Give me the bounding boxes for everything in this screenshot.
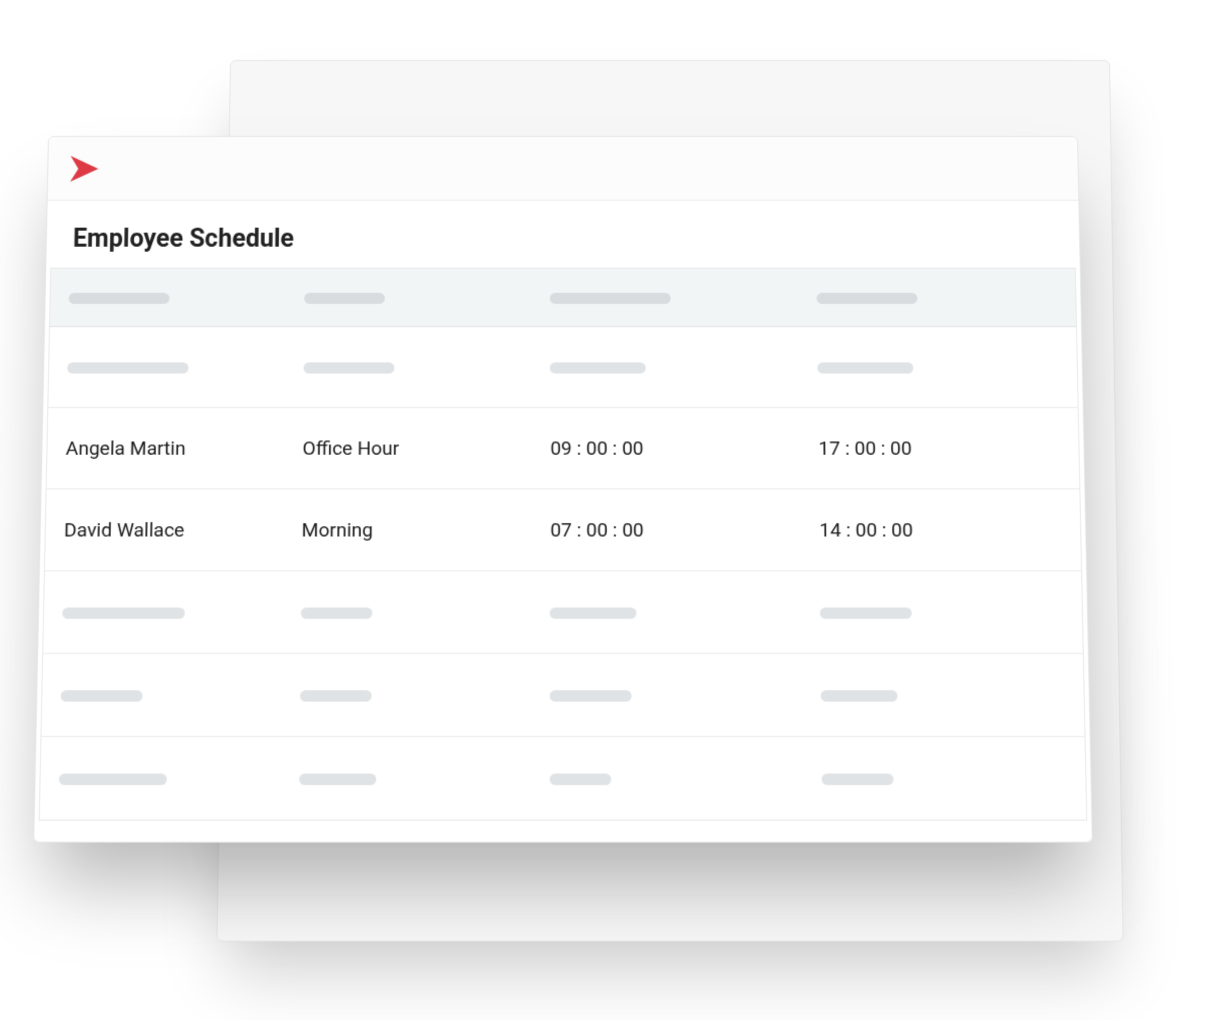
cell-placeholder	[532, 571, 803, 654]
cell-placeholder	[532, 737, 804, 821]
cell-placeholder	[799, 327, 1078, 408]
table-row: David Wallace Morning 07 : 00 : 00 14 : …	[44, 489, 1081, 571]
table-header-cell	[799, 268, 1077, 326]
cell-placeholder	[39, 737, 281, 821]
cell-placeholder	[802, 571, 1084, 654]
cell-placeholder	[532, 653, 803, 736]
start-time: 09 : 00 : 00	[532, 407, 801, 488]
table-row	[43, 571, 1084, 654]
cell-placeholder	[41, 653, 282, 736]
start-time: 07 : 00 : 00	[532, 489, 802, 571]
cell-placeholder	[532, 327, 800, 408]
employee-name: Angela Martin	[46, 407, 285, 488]
table-row	[41, 653, 1085, 736]
table-row	[39, 737, 1087, 821]
schedule-table: Angela Martin Office Hour 09 : 00 : 00 1…	[39, 268, 1088, 821]
chevron-right-icon	[68, 153, 105, 183]
cell-placeholder	[802, 653, 1085, 736]
top-bar	[48, 137, 1079, 201]
cell-placeholder	[281, 653, 532, 736]
table-header-cell	[532, 268, 799, 326]
schedule-card: Employee Schedule Angela Martin Office H	[33, 136, 1093, 843]
end-time: 17 : 00 : 00	[800, 407, 1080, 488]
employee-shift: Morning	[283, 489, 532, 571]
cell-placeholder	[48, 327, 286, 408]
cell-placeholder	[282, 571, 532, 654]
cell-placeholder	[803, 737, 1087, 821]
cell-placeholder	[280, 737, 531, 821]
table-header-cell	[50, 268, 287, 326]
table-header-row	[50, 268, 1077, 326]
cell-placeholder	[285, 327, 532, 408]
employee-name: David Wallace	[44, 489, 283, 571]
table-row: Angela Martin Office Hour 09 : 00 : 00 1…	[46, 407, 1080, 488]
employee-shift: Office Hour	[284, 407, 532, 488]
table-row	[48, 327, 1078, 408]
page-title: Employee Schedule	[46, 201, 1080, 268]
cell-placeholder	[43, 571, 283, 654]
table-header-cell	[286, 268, 533, 326]
end-time: 14 : 00 : 00	[801, 489, 1082, 571]
